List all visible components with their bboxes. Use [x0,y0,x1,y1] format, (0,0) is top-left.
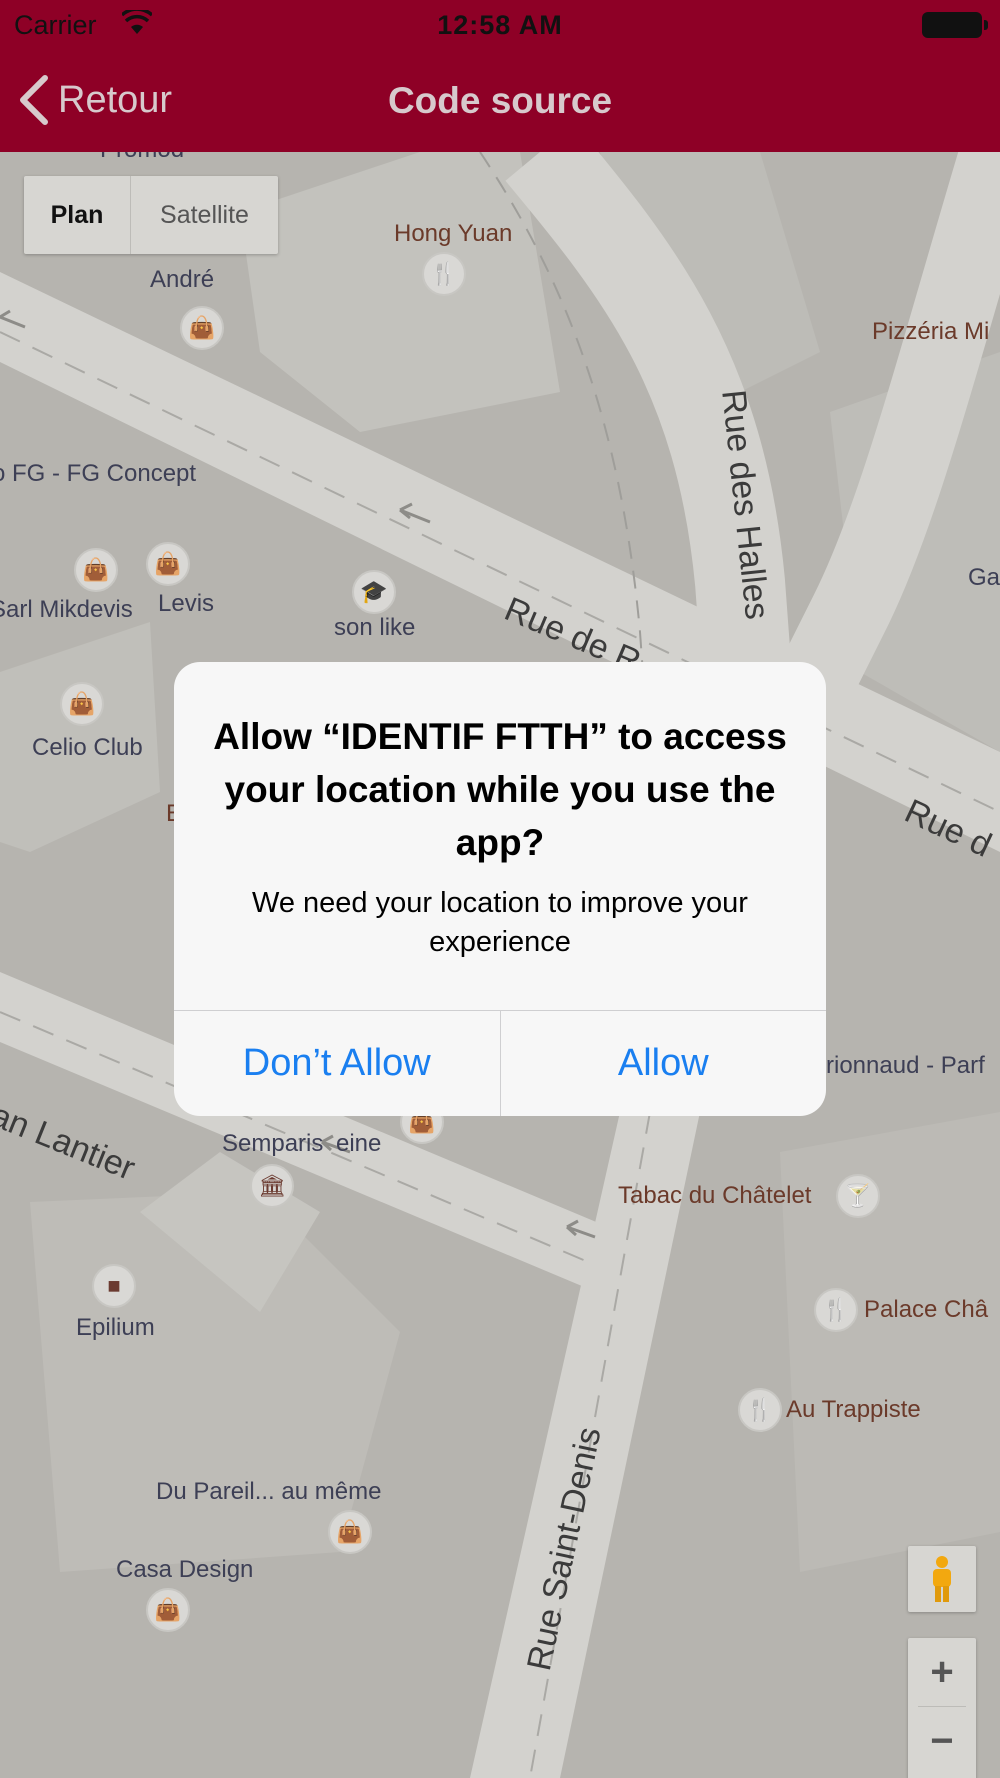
alert-title: Allow “IDENTIF FTTH” to access your loca… [213,716,787,863]
dont-allow-button[interactable]: Don’t Allow [174,1011,501,1116]
allow-button[interactable]: Allow [501,1011,827,1116]
alert-buttons: Don’t Allow Allow [174,1010,826,1116]
alert-message: We need your location to improve your ex… [252,887,748,958]
location-permission-alert: Allow “IDENTIF FTTH” to access your loca… [174,662,826,1116]
